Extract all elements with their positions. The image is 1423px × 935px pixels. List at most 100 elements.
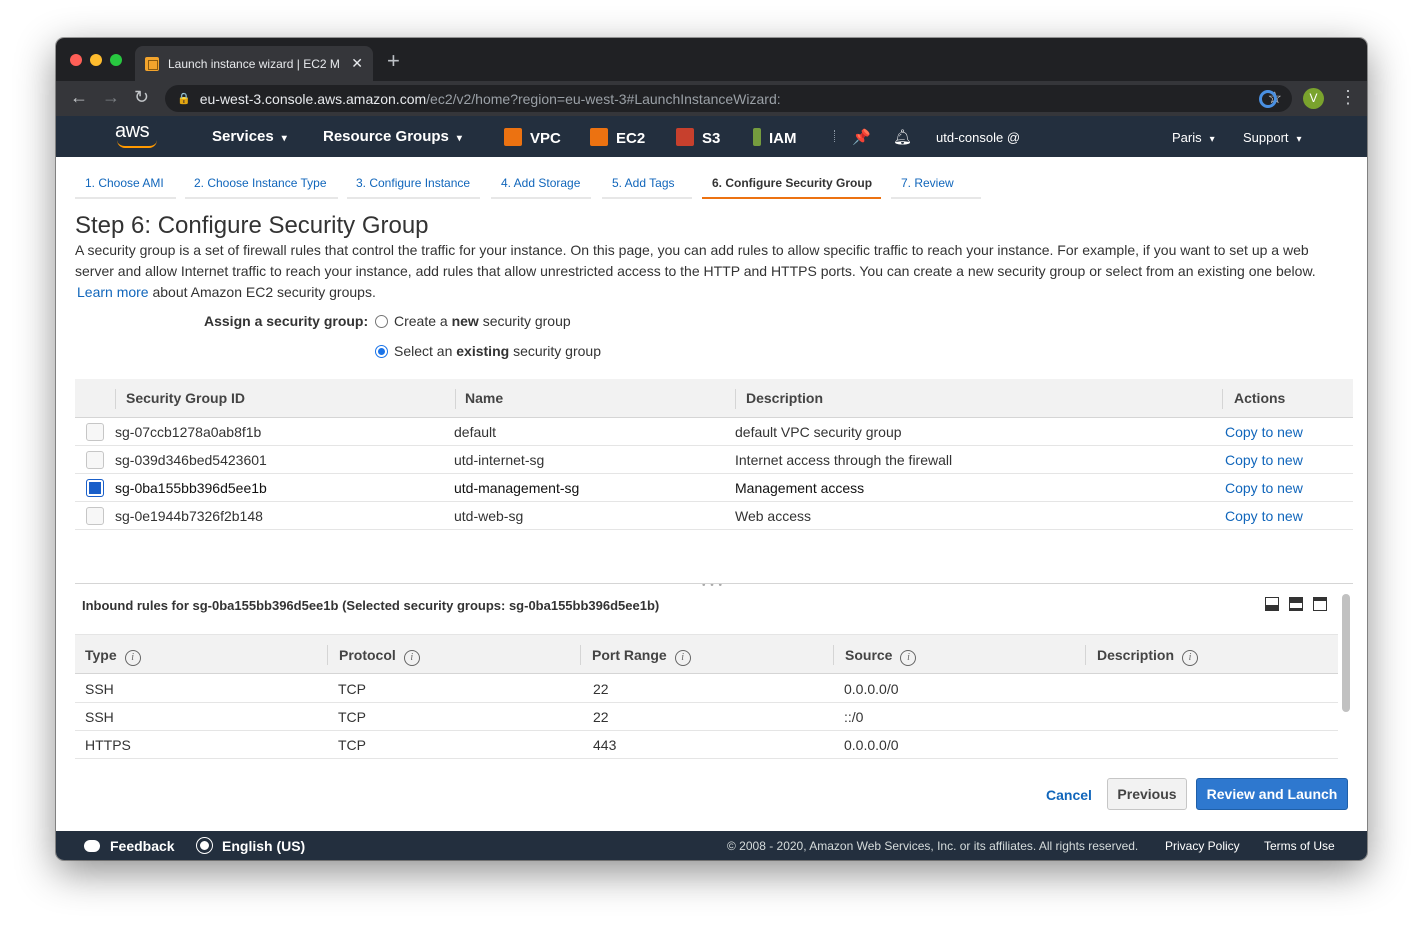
rule-source: 0.0.0.0/0 xyxy=(844,681,899,697)
language-selector[interactable]: English (US) xyxy=(197,838,305,854)
table-row[interactable]: sg-0e1944b7326f2b148 utd-web-sg Web acce… xyxy=(75,502,1353,530)
browser-toolbar: ← → ↻ 🔒 eu-west-3.console.aws.amazon.com… xyxy=(56,81,1367,116)
inbound-rules-title: Inbound rules for sg-0ba155bb396d5ee1b (… xyxy=(82,598,660,613)
radio-select-existing[interactable]: Select an existing security group xyxy=(375,343,601,359)
info-icon[interactable]: i xyxy=(124,650,141,666)
sg-name: utd-web-sg xyxy=(454,508,524,524)
new-tab-icon[interactable]: + xyxy=(387,48,400,74)
sg-description: default VPC security group xyxy=(735,424,902,440)
info-icon[interactable]: i xyxy=(1182,650,1199,666)
rule-port: 22 xyxy=(593,681,609,697)
column-divider xyxy=(455,389,456,409)
account-label: utd-console @ xyxy=(936,130,1021,145)
radio-create-new[interactable]: Create a new security group xyxy=(375,313,571,329)
wizard-step-7[interactable]: 7. Review xyxy=(901,176,954,190)
browser-tab[interactable]: Launch instance wizard | EC2 M ✕ xyxy=(135,46,373,81)
info-icon[interactable]: i xyxy=(403,650,420,666)
column-header-description[interactable]: Description xyxy=(746,390,823,406)
feedback-link[interactable]: Feedback xyxy=(84,838,175,854)
chevron-down-icon: ▾ xyxy=(281,133,287,144)
services-menu[interactable]: Services ▾ xyxy=(212,128,287,145)
table-row[interactable]: sg-039d346bed5423601 utd-internet-sg Int… xyxy=(75,446,1353,474)
forward-arrow-icon[interactable]: → xyxy=(102,87,120,108)
wizard-step-6[interactable]: 6. Configure Security Group xyxy=(712,176,872,190)
radio-label: Create a xyxy=(394,313,448,329)
header-label: Type xyxy=(85,647,117,663)
profile-avatar[interactable]: V xyxy=(1303,88,1324,109)
info-icon[interactable]: i xyxy=(900,650,917,666)
sg-id: sg-039d346bed5423601 xyxy=(115,452,267,468)
address-bar[interactable]: 🔒 eu-west-3.console.aws.amazon.com/ec2/v… xyxy=(165,85,1292,112)
learn-more-link[interactable]: Learn more xyxy=(77,284,149,300)
minimize-window-icon[interactable] xyxy=(90,54,102,66)
vpc-service-icon xyxy=(504,128,522,146)
close-window-icon[interactable] xyxy=(70,54,82,66)
shortcut-iam[interactable]: IAM xyxy=(753,128,797,147)
radio-button-selected[interactable] xyxy=(375,344,388,358)
resource-groups-menu[interactable]: Resource Groups ▾ xyxy=(323,128,462,145)
table-row[interactable]: sg-07ccb1278a0ab8f1b default default VPC… xyxy=(75,418,1353,446)
shortcut-iam-label: IAM xyxy=(769,130,797,147)
reload-icon[interactable]: ↻ xyxy=(134,87,149,108)
sg-id: sg-0ba155bb396d5ee1b xyxy=(115,480,267,496)
copy-to-new-link[interactable]: Copy to new xyxy=(1225,480,1303,496)
wizard-step-1[interactable]: 1. Choose AMI xyxy=(85,176,164,190)
column-header-name[interactable]: Name xyxy=(465,390,503,406)
maximize-window-icon[interactable] xyxy=(110,54,122,66)
row-checkbox-checked[interactable] xyxy=(86,479,104,497)
review-and-launch-button[interactable]: Review and Launch xyxy=(1196,778,1348,810)
privacy-policy-link[interactable]: Privacy Policy xyxy=(1165,839,1240,853)
page-title: Step 6: Configure Security Group xyxy=(75,212,429,239)
aws-logo-text: aws xyxy=(115,120,150,142)
shortcut-s3[interactable]: S3 xyxy=(676,128,720,147)
url-host: eu-west-3.console.aws.amazon.com xyxy=(199,90,427,107)
inbound-rules-pane: • • • Inbound rules for sg-0ba155bb396d5… xyxy=(75,583,1353,766)
row-checkbox[interactable] xyxy=(86,423,104,441)
shortcut-vpc[interactable]: VPC xyxy=(504,128,561,147)
account-menu[interactable]: utd-console @ xyxy=(936,130,1020,145)
radio-button[interactable] xyxy=(375,314,388,328)
copy-to-new-link[interactable]: Copy to new xyxy=(1225,452,1303,468)
previous-button[interactable]: Previous xyxy=(1107,778,1187,810)
step-underline xyxy=(602,197,692,199)
close-tab-icon[interactable]: ✕ xyxy=(351,55,363,72)
back-arrow-icon[interactable]: ← xyxy=(70,87,88,108)
extension-icon[interactable] xyxy=(1259,90,1277,108)
shortcut-ec2[interactable]: EC2 xyxy=(590,128,645,147)
browser-menu-icon[interactable]: ⋮ xyxy=(1339,87,1357,108)
s3-service-icon xyxy=(676,128,694,146)
wizard-step-3[interactable]: 3. Configure Instance xyxy=(356,176,470,190)
pane-scrollbar[interactable] xyxy=(1342,594,1350,712)
shortcut-vpc-label: VPC xyxy=(530,130,561,147)
terms-of-use-link[interactable]: Terms of Use xyxy=(1264,839,1335,853)
info-icon[interactable]: i xyxy=(674,650,691,666)
copy-to-new-link[interactable]: Copy to new xyxy=(1225,424,1303,440)
header-label: Protocol xyxy=(339,647,396,663)
wizard-step-4[interactable]: 4. Add Storage xyxy=(501,176,580,190)
aws-top-nav: aws Services ▾ Resource Groups ▾ VPC EC2 S… xyxy=(56,116,1367,157)
row-checkbox[interactable] xyxy=(86,507,104,525)
rule-row: SSH TCP 22 0.0.0.0/0 xyxy=(75,675,1338,703)
rule-source: ::/0 xyxy=(844,709,864,725)
table-row-selected[interactable]: sg-0ba155bb396d5ee1b utd-management-sg M… xyxy=(75,474,1353,502)
full-pane-view-icon[interactable] xyxy=(1313,597,1327,611)
resize-handle-icon[interactable]: • • • xyxy=(702,584,723,591)
split-pane-view-icon[interactable] xyxy=(1289,597,1303,611)
copy-to-new-link[interactable]: Copy to new xyxy=(1225,508,1303,524)
wizard-step-2[interactable]: 2. Choose Instance Type xyxy=(194,176,327,190)
aws-logo[interactable]: aws xyxy=(115,121,161,151)
cancel-button[interactable]: Cancel xyxy=(1046,787,1092,803)
row-checkbox[interactable] xyxy=(86,451,104,469)
rule-protocol: TCP xyxy=(338,681,366,697)
pin-icon[interactable]: 📌 xyxy=(852,128,871,146)
browser-window: Launch instance wizard | EC2 M ✕ + ← → ↻… xyxy=(56,38,1367,860)
bottom-pane-view-icon[interactable] xyxy=(1265,597,1279,611)
support-menu[interactable]: Support ▾ xyxy=(1243,130,1302,145)
column-header-id[interactable]: Security Group ID xyxy=(126,390,245,406)
wizard-step-5[interactable]: 5. Add Tags xyxy=(612,176,675,190)
column-header-description: Description i xyxy=(1097,647,1199,666)
sg-id: sg-07ccb1278a0ab8f1b xyxy=(115,424,262,440)
notifications-bell-icon[interactable]: 🔔︎ xyxy=(893,128,912,146)
description-text: A security group is a set of firewall ru… xyxy=(75,242,1316,279)
region-menu[interactable]: Paris ▾ xyxy=(1172,130,1215,145)
